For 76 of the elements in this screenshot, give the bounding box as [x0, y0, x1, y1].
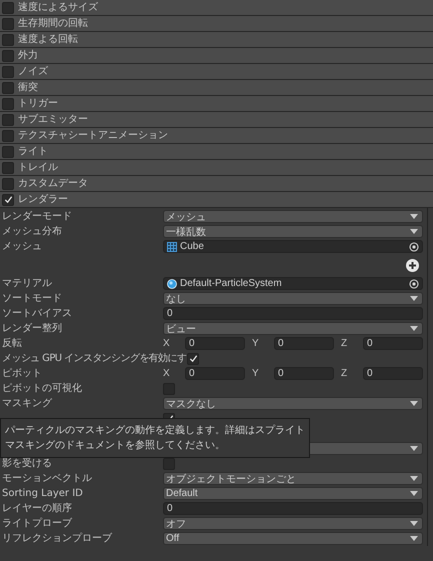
- property-label: 影を受ける: [2, 457, 53, 470]
- checkbox[interactable]: [2, 130, 14, 142]
- checkbox[interactable]: [2, 98, 14, 110]
- dropdown[interactable]: ビュー: [163, 322, 423, 335]
- property-label: ソートモード: [2, 292, 63, 305]
- module-title[interactable]: 速度によるサイズ: [18, 2, 98, 14]
- property-label: マテリアル: [2, 277, 53, 290]
- object-field[interactable]: Default-ParticleSystem: [163, 277, 423, 290]
- checkbox[interactable]: [2, 66, 14, 78]
- number-field[interactable]: 0: [363, 337, 423, 350]
- checkbox[interactable]: [2, 50, 14, 62]
- module-title[interactable]: 衝突: [18, 82, 38, 94]
- tooltip-text: パーティクルのマスキングの動作を定義します。詳細はスプライト マスキングのドキュメントを参照してください。: [5, 424, 305, 453]
- property-label: レンダーモード: [2, 210, 73, 223]
- target-icon[interactable]: [409, 242, 419, 252]
- property-label: レイヤーの順序: [2, 502, 73, 515]
- checkbox[interactable]: [2, 82, 14, 94]
- object-field[interactable]: Cube: [163, 240, 423, 253]
- module-title[interactable]: ライト: [18, 146, 48, 158]
- checkbox[interactable]: [2, 146, 14, 158]
- dropdown[interactable]: オブジェクトモーションごと: [163, 472, 423, 485]
- dropdown[interactable]: なし: [163, 292, 423, 305]
- checkbox[interactable]: [187, 352, 200, 364]
- number-field[interactable]: 0: [274, 337, 334, 350]
- checkbox[interactable]: [2, 34, 14, 46]
- module-title[interactable]: トレイル: [18, 162, 58, 174]
- property-label: ピボット: [2, 367, 43, 380]
- number-field[interactable]: 0: [163, 307, 423, 320]
- dropdown[interactable]: Default: [163, 487, 423, 500]
- sphere-icon: [167, 278, 177, 288]
- property-label: ピボットの可視化: [2, 382, 83, 395]
- property-label: 反転: [2, 337, 23, 350]
- target-icon[interactable]: [409, 278, 419, 288]
- number-field[interactable]: 0: [274, 367, 334, 380]
- module-title[interactable]: ノイズ: [18, 66, 48, 78]
- dropdown[interactable]: マスクなし: [163, 397, 423, 410]
- module-title[interactable]: サブエミッター: [18, 114, 88, 126]
- property-label: マスキング: [2, 397, 53, 410]
- property-label: ライトプローブ: [2, 517, 73, 530]
- axis-label: Y: [252, 338, 260, 349]
- checkbox[interactable]: [163, 458, 175, 470]
- checkbox[interactable]: [2, 194, 14, 206]
- checkbox[interactable]: [2, 114, 14, 126]
- property-label: メッシュ: [2, 240, 43, 253]
- property-label: Sorting Layer ID: [2, 487, 84, 500]
- number-field[interactable]: 0: [185, 367, 245, 380]
- module-title[interactable]: トリガー: [18, 98, 58, 110]
- axis-label: X: [163, 368, 171, 379]
- axis-label: Y: [252, 368, 260, 379]
- dropdown[interactable]: Off: [163, 532, 423, 545]
- checkbox[interactable]: [2, 178, 14, 190]
- number-field[interactable]: 0: [163, 502, 423, 515]
- property-label: リフレクションプローブ: [2, 532, 113, 545]
- add-icon[interactable]: [406, 258, 419, 272]
- grid-icon: [167, 242, 177, 252]
- axis-label: Z: [341, 368, 348, 379]
- module-title[interactable]: レンダラー: [18, 194, 68, 206]
- dropdown[interactable]: オフ: [163, 517, 423, 530]
- module-title[interactable]: 生存期間の回転: [18, 18, 88, 30]
- module-title[interactable]: 外力: [18, 50, 38, 62]
- property-label: レンダー整列: [2, 322, 63, 335]
- axis-label: Z: [341, 338, 348, 349]
- axis-label: X: [163, 338, 171, 349]
- module-title[interactable]: 速度よる回転: [18, 34, 78, 46]
- checkbox[interactable]: [2, 18, 14, 30]
- number-field[interactable]: 0: [185, 337, 245, 350]
- property-label: メッシュ分布: [2, 225, 63, 238]
- checkbox[interactable]: [2, 2, 14, 14]
- property-label: ソートバイアス: [2, 307, 73, 320]
- module-title[interactable]: カスタムデータ: [18, 178, 88, 190]
- dropdown[interactable]: 一様乱数: [163, 225, 423, 238]
- number-field[interactable]: 0: [363, 367, 423, 380]
- checkbox[interactable]: [2, 162, 14, 174]
- property-label: モーションベクトル: [2, 472, 93, 485]
- dropdown[interactable]: メッシュ: [163, 210, 423, 223]
- property-label: メッシュ GPU インスタンシングを有効にす: [2, 352, 186, 365]
